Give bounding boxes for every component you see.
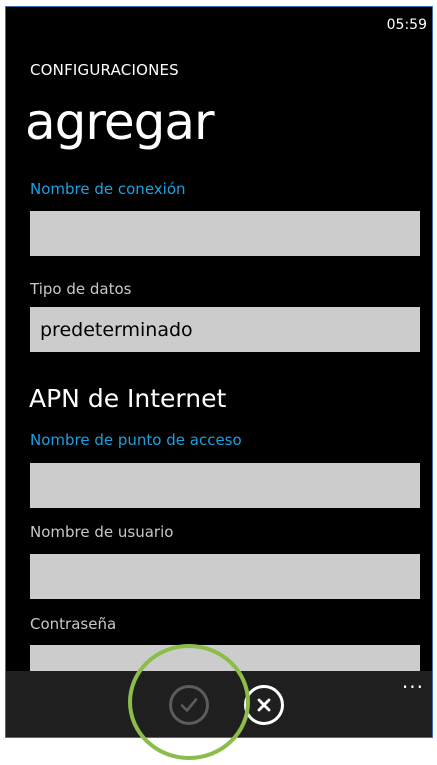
cancel-button[interactable]	[244, 685, 284, 725]
access-point-name-input[interactable]	[30, 463, 420, 508]
password-label: Contraseña	[30, 615, 117, 633]
more-menu-button[interactable]: ...	[402, 671, 424, 691]
access-point-name-label: Nombre de punto de acceso	[30, 431, 242, 449]
section-heading: APN de Internet	[29, 384, 227, 413]
username-input[interactable]	[30, 554, 420, 599]
connection-name-input[interactable]	[30, 211, 420, 256]
status-bar-time: 05:59	[386, 17, 427, 33]
phone-screen: 05:59 CONFIGURACIONES agregar Nombre de …	[5, 6, 433, 738]
username-label: Nombre de usuario	[30, 523, 174, 541]
page-title: agregar	[25, 93, 215, 151]
save-button[interactable]	[169, 685, 209, 725]
close-icon	[257, 698, 271, 712]
connection-name-label: Nombre de conexión	[30, 180, 186, 198]
app-title: CONFIGURACIONES	[30, 61, 179, 79]
data-type-select[interactable]	[30, 307, 420, 352]
app-bar: ...	[6, 671, 432, 737]
data-type-label: Tipo de datos	[30, 280, 132, 298]
check-icon	[180, 698, 198, 712]
